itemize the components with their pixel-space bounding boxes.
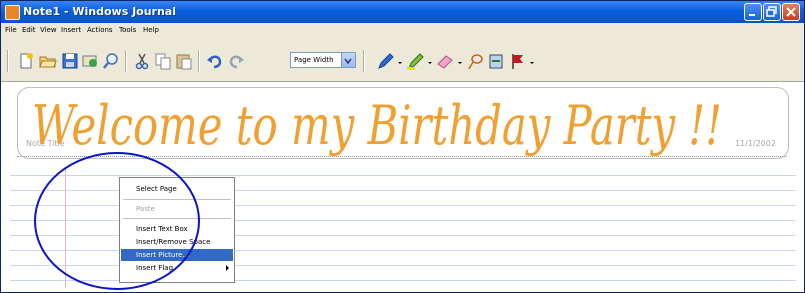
submenu-arrow-icon (226, 265, 229, 271)
maximize-button[interactable] (763, 3, 781, 21)
zoom-value: Page Width (294, 56, 334, 64)
menu-separator (123, 199, 231, 200)
zoom-dropdown[interactable]: Page Width (290, 52, 356, 68)
ctx-insert-text-box[interactable]: Insert Text Box (121, 223, 233, 235)
redo-icon[interactable] (227, 52, 245, 70)
ctx-paste[interactable]: Paste (121, 203, 233, 215)
cut-icon[interactable] (133, 52, 151, 70)
minimize-button[interactable] (744, 3, 762, 21)
eraser-dropdown-icon[interactable] (456, 52, 464, 70)
paste-icon[interactable] (175, 52, 193, 70)
find-icon[interactable] (102, 52, 120, 70)
save-icon[interactable] (61, 52, 79, 70)
journal-app-icon (5, 5, 20, 20)
highlighter-icon[interactable] (406, 52, 424, 70)
eraser-icon[interactable] (436, 52, 454, 70)
ruled-line (10, 175, 796, 176)
menu-tools[interactable]: Tools (119, 26, 136, 34)
menu-separator (123, 218, 231, 219)
ctx-insert-picture[interactable]: Insert Picture... (121, 249, 233, 261)
ctx-insert-flag[interactable]: Insert Flag (121, 262, 233, 274)
insert-space-icon[interactable] (487, 52, 505, 70)
toolbar-separator (198, 50, 200, 72)
highlighter-dropdown-icon[interactable] (426, 52, 434, 70)
menu-help[interactable]: Help (143, 26, 159, 34)
window-title: Note1 - Windows Journal (23, 5, 176, 18)
send-icon[interactable] (81, 52, 99, 70)
journal-window: Note1 - Windows Journal File Edit View I… (0, 0, 805, 293)
ctx-insert-remove-space[interactable]: Insert/Remove Space (121, 236, 233, 248)
note-date: 11/1/2002 (734, 139, 776, 148)
menu-bar: File Edit View Insert Actions Tools Help (1, 23, 804, 38)
lasso-icon[interactable] (466, 52, 484, 70)
menu-actions[interactable]: Actions (87, 26, 113, 34)
margin-line (65, 167, 66, 288)
ctx-select-page[interactable]: Select Page (121, 183, 233, 195)
close-button[interactable] (782, 3, 800, 21)
minimize-icon (749, 14, 755, 16)
undo-icon[interactable] (206, 52, 224, 70)
menu-file[interactable]: File (5, 26, 17, 34)
close-icon (786, 7, 796, 17)
flag-dropdown-icon[interactable] (528, 52, 536, 70)
copy-icon[interactable] (154, 52, 172, 70)
handwritten-title: Welcome to my Birthday Party !! (32, 94, 722, 156)
pen-icon[interactable] (376, 52, 394, 70)
toolbar-separator (125, 50, 127, 72)
restore-icon (766, 6, 777, 17)
title-baseline (17, 156, 787, 157)
open-icon[interactable] (39, 52, 57, 70)
toolbar-grip (7, 50, 9, 72)
menu-insert[interactable]: Insert (61, 26, 81, 34)
toolbar: Page Width (1, 38, 804, 82)
handwritten-title-text: Welcome to my Birthday Party !! (32, 94, 722, 156)
menu-edit[interactable]: Edit (22, 26, 36, 34)
chevron-down-icon[interactable] (341, 53, 355, 67)
menu-view[interactable]: View (40, 26, 57, 34)
flag-icon[interactable] (509, 52, 527, 70)
title-bar[interactable]: Note1 - Windows Journal (1, 1, 804, 23)
new-note-icon[interactable] (17, 52, 35, 70)
toolbar-separator (363, 50, 365, 72)
pen-dropdown-icon[interactable] (396, 52, 404, 70)
context-menu: Select Page Paste Insert Text Box Insert… (119, 177, 235, 283)
